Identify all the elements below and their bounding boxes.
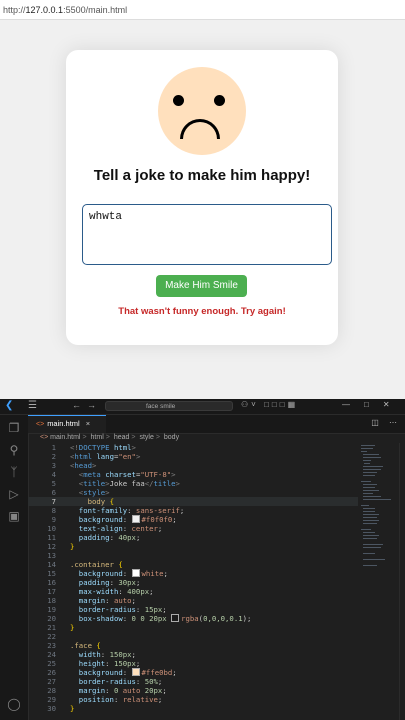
joke-input[interactable] — [82, 204, 332, 265]
vscode-logo-icon: ❮ — [5, 400, 14, 411]
url-path: :5500/main.html — [63, 5, 128, 15]
code-line: 2 <html lang="en"> — [51, 452, 141, 461]
code-line: 23 .face { — [47, 641, 101, 650]
code-line: 27 border-radius: 50%; — [47, 677, 163, 686]
code-line: 14 .container { — [47, 560, 123, 569]
source-control-icon[interactable]: ᛉ — [7, 465, 21, 479]
left-eye — [173, 95, 184, 106]
code-line: 21} — [47, 623, 75, 632]
code-line: 9 background: #f0f0f0; — [51, 515, 177, 524]
split-editor-icon[interactable]: ◫ ⋯ — [371, 418, 401, 427]
feedback-message: That wasn't funny enough. Try again! — [118, 306, 286, 317]
code-line: 5 <title>Joke faa</title> — [51, 479, 180, 488]
code-line: 20 box-shadow: 0 0 20px rgba(0,0,0,0.1); — [47, 614, 252, 623]
html-file-icon: <> — [40, 434, 49, 441]
code-line: 16 padding: 30px; — [47, 578, 141, 587]
menu-icon[interactable]: ☰ — [28, 400, 37, 411]
minimap[interactable] — [361, 443, 399, 593]
code-line: 8 font-family: sans-serif; — [51, 506, 185, 515]
code-line: 28 margin: 0 auto 20px; — [47, 686, 167, 695]
window-controls-icon[interactable]: —□✕ — [342, 400, 404, 409]
page-title: Tell a joke to make him happy! — [93, 167, 311, 184]
breadcrumb-item[interactable]: head — [114, 434, 130, 441]
command-search[interactable]: face smile — [105, 401, 233, 411]
code-line: 26 background: #ffe0bd; — [47, 668, 177, 677]
code-line: 6 <style> — [51, 488, 110, 497]
editor-tabs: <> main.html × ◫ ⋯ — [28, 415, 405, 434]
extensions-icon[interactable]: ▣ — [7, 509, 21, 523]
breadcrumb-item[interactable]: main.html — [50, 434, 80, 441]
run-debug-icon[interactable]: ▷ — [7, 487, 21, 501]
code-line: 11 padding: 40px; — [47, 533, 141, 542]
code-line: 19 border-radius: 15px; — [47, 605, 167, 614]
tab-main-html[interactable]: <> main.html × — [28, 415, 106, 433]
code-line: 1 <!DOCTYPE html> — [51, 443, 136, 452]
search-icon[interactable]: ⚲ — [7, 443, 21, 457]
address-bar[interactable]: http://127.0.0.1:5500/main.html — [0, 0, 405, 20]
html-file-icon: <> — [36, 421, 45, 428]
code-line: 10 text-align: center; — [47, 524, 163, 533]
code-line: 13 — [47, 551, 56, 560]
code-line: 4 <meta charset="UTF-8"> — [51, 470, 176, 479]
title-bar: ❮ ☰ ←→ face smile ⚇˅ □□□▦ —□✕ — [0, 399, 405, 415]
vscode-window: ❮ ☰ ←→ face smile ⚇˅ □□□▦ —□✕ ❐ ⚲ ᛉ ▷ ▣ … — [0, 399, 405, 720]
code-line: 22 — [47, 632, 56, 641]
make-him-smile-button[interactable]: Make Him Smile — [156, 275, 247, 297]
frown-mouth — [180, 119, 220, 139]
url-host: 127.0.0.1 — [25, 5, 64, 15]
code-line: 3 <head> — [51, 461, 97, 470]
code-line: 15 background: white; — [47, 569, 168, 578]
code-line: 7 body { — [51, 497, 114, 506]
right-eye — [214, 95, 225, 106]
code-line: 18 margin: auto; — [47, 596, 136, 605]
breadcrumb-item[interactable]: html — [91, 434, 104, 441]
explorer-icon[interactable]: ❐ — [7, 421, 21, 435]
close-icon[interactable]: × — [86, 419, 90, 428]
code-line: 30} — [47, 704, 75, 713]
activity-bar: ❐ ⚲ ᛉ ▷ ▣ ◯ — [0, 415, 29, 720]
breadcrumb-item[interactable]: body — [164, 434, 179, 441]
editor-scrollbar[interactable] — [399, 443, 405, 720]
sad-face — [158, 67, 246, 155]
search-text: face smile — [146, 403, 176, 410]
nav-arrows-icon[interactable]: ←→ — [72, 400, 102, 410]
code-line: 29 position: relative; — [47, 695, 163, 704]
breadcrumb-item[interactable]: style — [139, 434, 153, 441]
app-container: Tell a joke to make him happy! Make Him … — [66, 50, 338, 345]
tab-label: main.html — [47, 419, 80, 428]
breadcrumb: <> main.html > html > head > style > body — [40, 434, 180, 441]
account-icon[interactable]: ◯ — [7, 697, 21, 711]
code-line: 25 height: 150px; — [47, 659, 141, 668]
layout-controls-icon[interactable]: ⚇˅ □□□▦ — [241, 400, 298, 409]
code-line: 12} — [47, 542, 75, 551]
code-line: 17 max-width: 400px; — [47, 587, 154, 596]
url-scheme: http:// — [3, 5, 26, 15]
code-editor[interactable]: 1 <!DOCTYPE html> 2 <html lang="en"> 3 <hea… — [28, 443, 358, 720]
code-line: 24 width: 150px; — [47, 650, 136, 659]
